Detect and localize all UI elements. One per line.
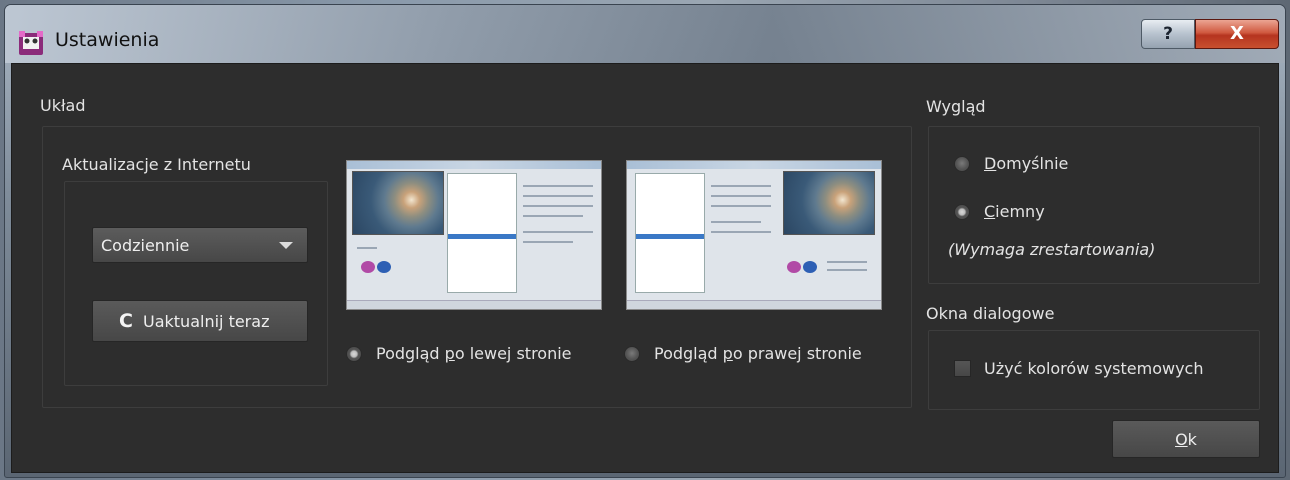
close-button[interactable]: X	[1195, 19, 1279, 49]
settings-window: Ustawienia ? X Układ Aktualizacje z Inte…	[4, 4, 1286, 478]
preview-right-radio[interactable]	[624, 346, 640, 362]
preview-line	[711, 185, 771, 187]
preview-selection	[636, 234, 704, 239]
appearance-group-title: Wygląd	[926, 97, 986, 116]
preview-line	[523, 215, 583, 217]
preview-left-label: Podgląd po lewej stronie	[376, 344, 572, 363]
chevron-down-icon	[279, 242, 293, 249]
preview-line	[357, 247, 377, 249]
title-bar: Ustawienia ? X	[5, 5, 1285, 63]
ok-button[interactable]: Ok	[1112, 420, 1260, 458]
preview-line	[523, 231, 593, 233]
preview-titlebar	[347, 161, 601, 169]
default-theme-label: Domyślnie	[984, 154, 1069, 173]
preview-left-image[interactable]	[346, 160, 602, 310]
preview-selection	[448, 234, 516, 239]
app-icon	[19, 31, 43, 55]
preview-line	[711, 195, 771, 197]
preview-line	[523, 195, 593, 197]
preview-left-radio[interactable]	[346, 346, 362, 362]
help-button[interactable]: ?	[1141, 19, 1195, 49]
refresh-icon: C	[119, 310, 133, 332]
preview-photo	[352, 171, 444, 235]
preview-photo	[783, 171, 875, 235]
preview-line	[711, 221, 761, 223]
update-now-button[interactable]: C Uaktualnij teraz	[92, 300, 308, 342]
preview-list	[635, 173, 705, 293]
preview-statusbar	[627, 300, 881, 309]
dark-theme-label: Ciemny	[984, 202, 1045, 221]
preview-line	[827, 269, 867, 271]
dialogs-group-title: Okna dialogowe	[926, 304, 1055, 323]
system-colors-label: Użyć kolorów systemowych	[984, 359, 1204, 378]
default-theme-radio[interactable]	[954, 156, 970, 172]
update-frequency-value: Codziennie	[101, 236, 190, 255]
dialog-body: Układ Aktualizacje z Internetu Codzienni…	[11, 63, 1279, 473]
preview-right-image[interactable]	[626, 160, 882, 310]
dark-theme-radio[interactable]	[954, 204, 970, 220]
updates-group-frame	[64, 181, 328, 386]
updates-group-title: Aktualizacje z Internetu	[62, 155, 251, 174]
preview-avatar	[377, 261, 391, 273]
system-colors-checkbox[interactable]	[954, 360, 971, 377]
preview-avatar	[803, 261, 817, 273]
preview-line	[523, 241, 573, 243]
preview-list	[447, 173, 517, 293]
preview-avatar	[787, 261, 801, 273]
preview-line	[827, 261, 867, 263]
preview-line	[711, 231, 771, 233]
preview-avatar	[361, 261, 375, 273]
preview-line	[523, 205, 593, 207]
layout-group-title: Układ	[40, 96, 86, 115]
restart-note: (Wymaga zrestartowania)	[948, 240, 1156, 259]
ok-label: Ok	[1175, 430, 1197, 449]
update-now-label: Uaktualnij teraz	[143, 312, 270, 331]
preview-statusbar	[347, 300, 601, 309]
window-title: Ustawienia	[55, 29, 160, 51]
preview-right-label: Podgląd po prawej stronie	[654, 344, 862, 363]
preview-line	[711, 205, 771, 207]
appearance-group-frame	[928, 126, 1260, 284]
preview-titlebar	[627, 161, 881, 169]
preview-line	[523, 185, 593, 187]
update-frequency-select[interactable]: Codziennie	[92, 227, 308, 263]
